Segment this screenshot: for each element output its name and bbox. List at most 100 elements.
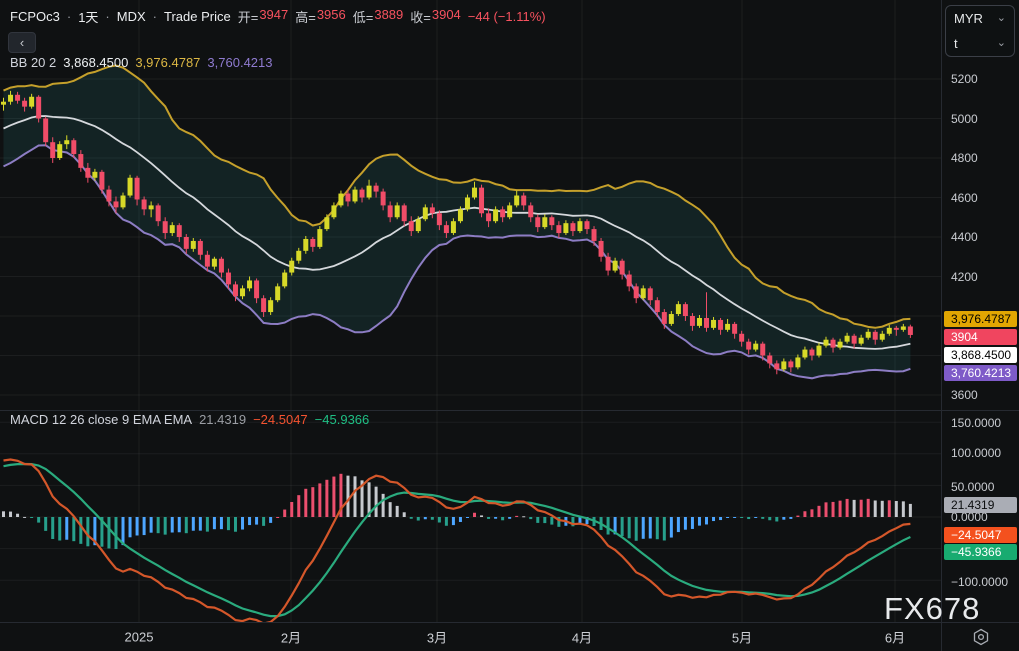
candle [380,191,386,206]
change-label: −44 (−1.11%) [467,9,546,24]
candle [240,288,246,297]
hist-bar [845,498,849,517]
candle [570,223,576,232]
axis-badge-bb-basis: 3,868.4500 [944,347,1017,363]
candle [345,193,351,202]
chevron-left-icon: ‹ [19,35,25,50]
symbol-legend: FCPOc3 · 1天 · MDX · Trade Price 开= 3947 高… [10,7,546,26]
hist-bar [233,517,237,532]
hist-bar [44,517,48,531]
hist-bar [838,500,842,517]
bb-legend[interactable]: BB 20 2 3,868.4500 3,976.4787 3,760.4213 [10,55,273,70]
candle [732,323,738,334]
hist-bar [311,487,315,517]
hist-bar [782,517,786,520]
candle [500,209,506,218]
candle [865,331,871,338]
candle [823,339,829,346]
macd-signal-value: −45.9366 [314,412,370,427]
price-axis[interactable]: MYR ⌄ t ⌄ 5200 5000 4800 4600 4400 4200 3600 15… [942,0,1019,622]
hist-bar [241,517,245,530]
time-axis-separator [0,622,1019,623]
candle [626,274,632,287]
candle [387,205,393,218]
candle [71,140,77,155]
macd-legend[interactable]: MACD 12 26 close 9 EMA EMA 21.4319 −24.5… [10,412,369,427]
hist-bar [529,517,533,520]
candle [422,207,428,220]
candle [127,177,133,196]
candle [296,250,302,261]
macd-hist-value: 21.4319 [199,412,247,427]
hist-bar [852,499,856,517]
bb-fill [3,65,911,379]
hist-bar [719,517,723,521]
axis-settings-icon[interactable] [971,627,991,647]
unit-select[interactable]: t ⌄ [946,31,1014,56]
hist-bar [620,517,624,537]
hist-bar [458,517,462,522]
currency-select[interactable]: MYR ⌄ [946,6,1014,31]
candle [619,260,625,275]
interval-label[interactable]: 1天 [78,7,98,26]
hist-bar [733,517,737,518]
hist-bar [831,501,835,517]
hist-bar [522,516,526,518]
hist-bar [58,517,62,541]
candle [162,221,168,234]
candle [591,229,597,241]
candle [359,189,365,198]
candle [155,205,161,222]
macd-pane[interactable] [0,410,941,622]
time-axis[interactable]: 2025 2月 3月 4月 5月 6月 [0,623,1019,651]
hist-bar [761,517,765,519]
symbol-name[interactable]: FCPOc3 [10,9,60,24]
time-tick-label: 6月 [884,630,906,646]
candle [661,312,667,324]
candle [528,205,534,218]
hist-bar [318,483,322,517]
hist-bar [712,517,716,522]
hist-bar [627,517,631,539]
hist-bar [262,517,266,526]
pane-separator[interactable] [0,410,1019,411]
hist-bar [683,517,687,530]
candle [795,357,801,368]
hist-bar [669,517,673,538]
candle [29,96,35,107]
hist-bar [641,517,645,539]
hist-bar [402,512,406,517]
candle [535,217,541,228]
back-button[interactable]: ‹ [8,32,36,53]
hist-bar [269,517,273,523]
candle [275,286,281,301]
hist-bar [789,517,793,519]
candle [22,100,28,107]
candle [886,327,892,334]
axis-tick-label: 100.0000 [951,446,1002,460]
exchange-label: MDX [116,9,146,24]
hist-bar [51,517,55,539]
macd-grid [0,410,941,622]
bb-upper-value: 3,976.4787 [135,55,201,70]
hist-bar [205,517,209,532]
candle [85,167,91,178]
candle [176,225,182,237]
hist-bar [332,476,336,517]
hist-bar [501,517,505,521]
candle [725,323,731,330]
hist-bar [437,517,441,523]
hist-bar [381,493,385,517]
candle [134,177,140,200]
hist-bar [775,517,779,522]
candle [809,349,815,356]
axis-tick-label: 5000 [951,111,978,126]
candle [464,197,470,210]
hist-bar [873,500,877,517]
candle [373,185,379,192]
candle [106,189,112,202]
hist-bar [543,517,547,524]
hist-bar [880,500,884,517]
time-tick-label: 5月 [731,630,753,646]
hist-bar [79,517,83,544]
